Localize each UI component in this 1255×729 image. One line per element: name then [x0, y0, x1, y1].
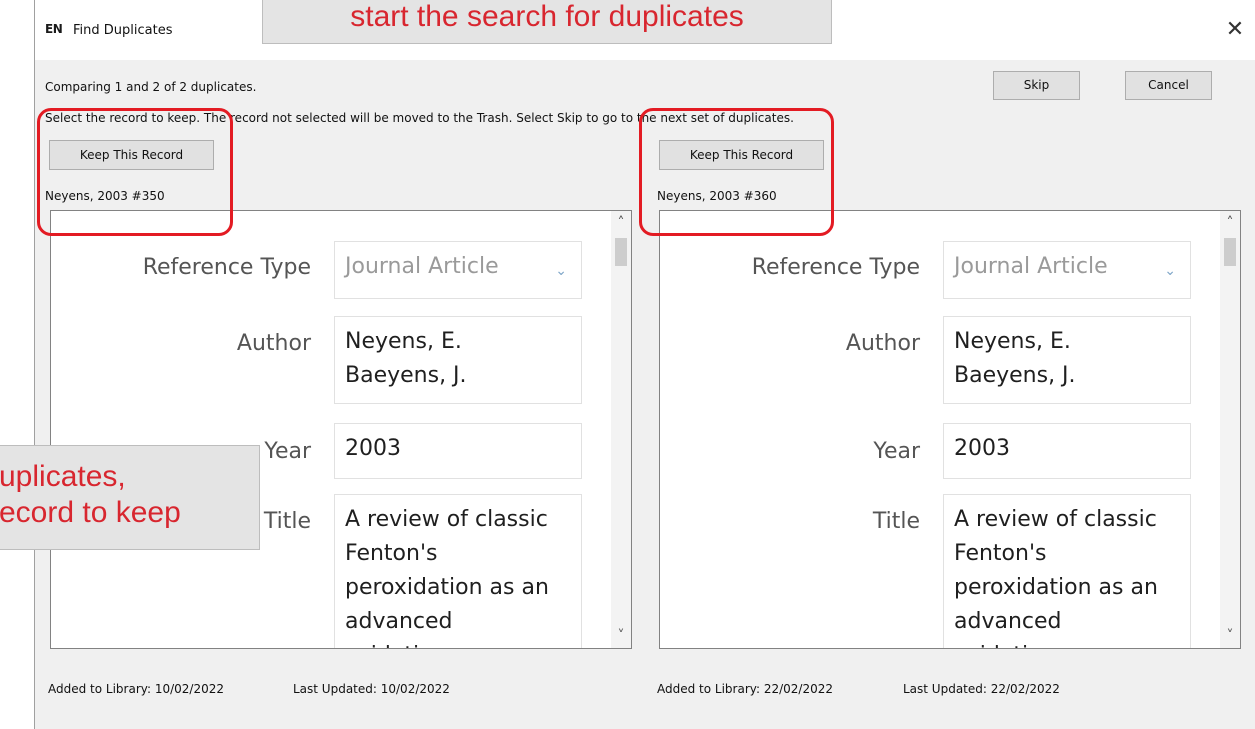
title-line: Fenton's	[954, 541, 1047, 566]
title-line: Fenton's	[345, 541, 438, 566]
year-label: Year	[873, 439, 920, 464]
title-field[interactable]: A review of classic Fenton's peroxidatio…	[943, 494, 1191, 648]
author-line: Baeyens, J.	[345, 363, 467, 388]
close-icon[interactable]: ✕	[1221, 16, 1249, 44]
title-line: peroxidation as an	[954, 575, 1158, 600]
reference-type-label: Reference Type	[142, 255, 311, 280]
skip-button[interactable]: Skip	[993, 71, 1080, 100]
callout-left: uplicates, ecord to keep	[0, 445, 260, 550]
scroll-up-icon[interactable]: ˄	[611, 215, 631, 231]
reference-type-select[interactable]: Journal Article ⌄	[943, 241, 1191, 299]
year-field[interactable]: 2003	[334, 423, 582, 479]
reference-type-select[interactable]: Journal Article ⌄	[334, 241, 582, 299]
added-date-left: Added to Library: 10/02/2022	[48, 682, 225, 696]
reference-type-value: Journal Article	[345, 254, 499, 279]
scroll-thumb[interactable]	[1224, 238, 1236, 266]
endnote-logo-icon: EN	[45, 22, 63, 36]
comparison-status: Comparing 1 and 2 of 2 duplicates.	[45, 80, 257, 94]
author-line: Neyens, E.	[954, 329, 1071, 354]
title-line: peroxidation as an	[345, 575, 549, 600]
author-field[interactable]: Neyens, E. Baeyens, J.	[943, 316, 1191, 404]
author-field[interactable]: Neyens, E. Baeyens, J.	[334, 316, 582, 404]
scroll-down-icon[interactable]: ˅	[611, 628, 631, 644]
record-pane-right[interactable]: Reference Type Journal Article ⌄ Author …	[659, 210, 1241, 649]
chevron-down-icon: ⌄	[555, 263, 567, 279]
title-label: Title	[872, 509, 920, 534]
vertical-scrollbar-left[interactable]: ˄ ˅	[611, 211, 631, 648]
vertical-scrollbar-right[interactable]: ˄ ˅	[1220, 211, 1240, 648]
title-field[interactable]: A review of classic Fenton's peroxidatio…	[334, 494, 582, 648]
title-line: oxidation	[954, 639, 1180, 648]
highlight-left-record	[37, 108, 233, 236]
reference-type-label: Reference Type	[751, 255, 920, 280]
cancel-button[interactable]: Cancel	[1125, 71, 1212, 100]
record-pane-left[interactable]: Reference Type Journal Article ⌄ Author …	[50, 210, 632, 649]
chevron-down-icon: ⌄	[1164, 263, 1176, 279]
reference-type-value: Journal Article	[954, 254, 1108, 279]
callout-top: start the search for duplicates	[262, 0, 832, 44]
highlight-right-record	[639, 108, 834, 236]
added-date-right: Added to Library: 22/02/2022	[657, 682, 834, 696]
title-line: oxidation	[345, 639, 571, 648]
author-label: Author	[845, 331, 920, 356]
updated-date-right: Last Updated: 22/02/2022	[903, 682, 1060, 696]
year-field[interactable]: 2003	[943, 423, 1191, 479]
callout-left-line: ecord to keep	[0, 496, 181, 529]
title-line: advanced	[954, 609, 1062, 634]
updated-date-left: Last Updated: 10/02/2022	[293, 682, 450, 696]
author-line: Neyens, E.	[345, 329, 462, 354]
callout-left-line: uplicates,	[0, 460, 126, 493]
scroll-up-icon[interactable]: ˄	[1220, 215, 1240, 231]
window-title: Find Duplicates	[73, 23, 173, 38]
scroll-thumb[interactable]	[615, 238, 627, 266]
title-line: A review of classic	[345, 507, 548, 532]
scroll-down-icon[interactable]: ˅	[1220, 628, 1240, 644]
title-line: A review of classic	[954, 507, 1157, 532]
author-label: Author	[236, 331, 311, 356]
title-line: advanced	[345, 609, 453, 634]
author-line: Baeyens, J.	[954, 363, 1076, 388]
